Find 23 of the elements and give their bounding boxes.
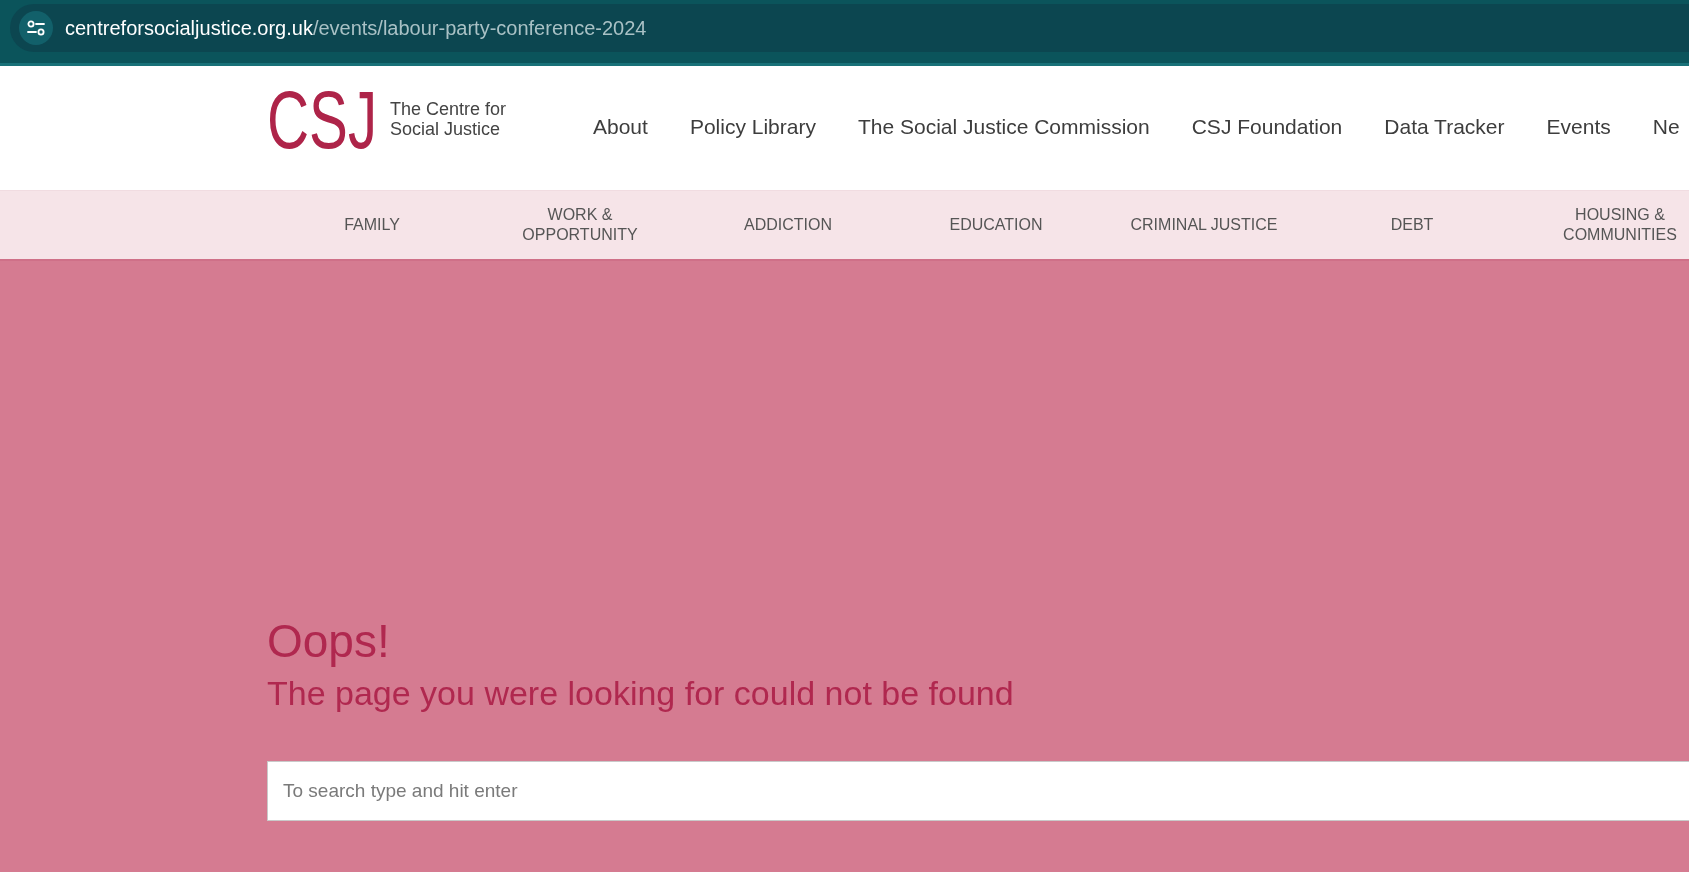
error-title: Oops!	[267, 616, 390, 666]
nav-link[interactable]: Policy Library	[689, 110, 816, 143]
nav-link[interactable]: About	[593, 110, 648, 143]
nav-link[interactable]: CSJ Foundation	[1191, 110, 1343, 143]
sliders-icon	[27, 20, 45, 36]
category-link[interactable]: FAMILY	[344, 215, 400, 235]
address-bar[interactable]: centreforsocialjustice.org.uk/events/labour-party-conference-2024	[10, 4, 1689, 52]
url-text: centreforsocialjustice.org.uk/events/labour-party-conference-2024	[65, 16, 647, 41]
error-message: The page you were looking for could not be found	[267, 673, 1014, 713]
category-link[interactable]: HOUSING & COMMUNITIES	[1540, 205, 1689, 245]
category-link[interactable]: WORK & OPPORTUNITY	[500, 205, 660, 245]
nav-link[interactable]: The Social Justice Commission	[857, 110, 1150, 143]
category-link[interactable]: EDUCATION	[949, 215, 1043, 235]
logo-tagline: The Centre for Social Justice	[390, 99, 508, 139]
category-link[interactable]: ADDICTION	[744, 215, 832, 235]
category-link[interactable]: DEBT	[1390, 215, 1434, 235]
csj-logo-text[interactable]: CSJ	[267, 79, 377, 161]
category-link[interactable]: CRIMINAL JUSTICE	[1130, 215, 1278, 235]
nav-link[interactable]: Events	[1546, 110, 1611, 143]
nav-link[interactable]: Data Tracker	[1384, 110, 1505, 143]
site-info-button[interactable]	[19, 11, 53, 45]
search-field[interactable]: To search type and hit enter	[267, 761, 1689, 821]
nav-link[interactable]: Ne	[1652, 110, 1680, 143]
